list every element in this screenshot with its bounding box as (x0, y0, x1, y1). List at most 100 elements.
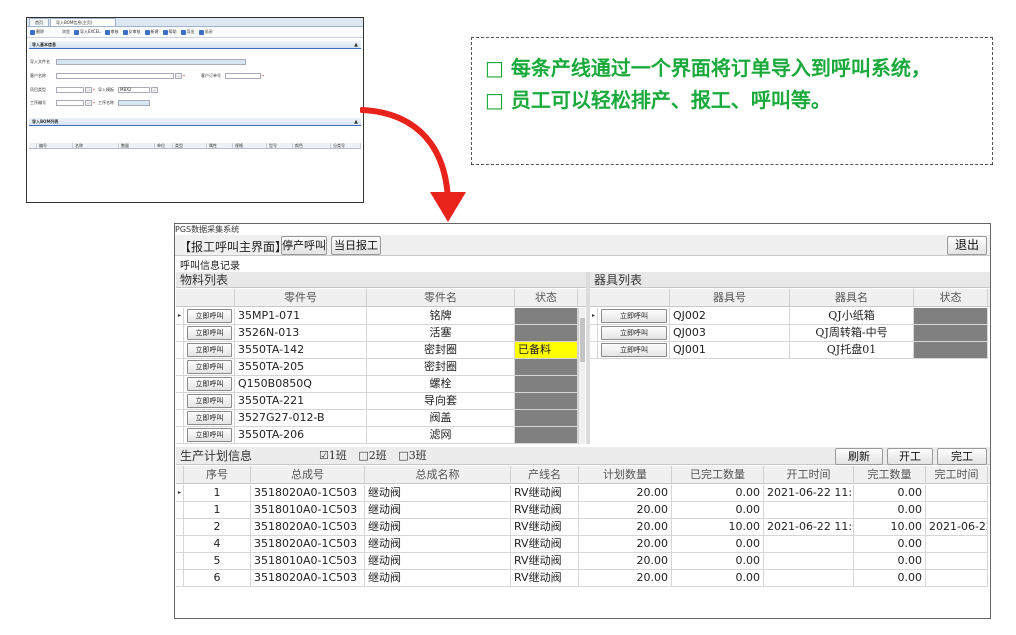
export-button[interactable]: 导出 (180, 29, 195, 35)
tool-name: QJ小纸箱 (790, 308, 914, 325)
material-row[interactable]: 立即呼叫 3550TA-142 密封圈 已备料 (176, 342, 578, 359)
process-lookup-button[interactable]: ... (85, 100, 92, 106)
call-now-button[interactable]: 立即呼叫 (187, 309, 232, 323)
call-button-cell: 立即呼叫 (184, 308, 235, 325)
new-button[interactable]: 新建 (144, 29, 159, 35)
material-row[interactable]: 立即呼叫 Q150B0850Q 螺栓 (176, 376, 578, 393)
tool-row[interactable]: ▸ 立即呼叫 QJ002 QJ小纸箱 (590, 308, 988, 325)
collapse-icon[interactable]: ▲ (354, 41, 358, 49)
plan-row[interactable]: 4 3518020A0-1C503 继动阀 RV继动阀 20.00 0.00 0.00 (176, 536, 988, 553)
item-type-input[interactable] (56, 87, 84, 93)
exit-button[interactable]: 退出 (947, 236, 987, 255)
finish-quantity: 0.00 (854, 536, 926, 553)
file-name-input[interactable] (56, 59, 246, 65)
process-no-input[interactable] (56, 100, 84, 106)
top-toolbar: 【报工呼叫主界面】 停产呼叫 当日报工 退出 (175, 235, 990, 256)
row-indicator-icon (176, 342, 184, 359)
finish-time (926, 485, 988, 502)
plan-row[interactable]: 5 3518010A0-1C503 继动阀 RV继动阀 20.00 0.00 0.00 (176, 553, 988, 570)
approve-button[interactable]: 审核 (104, 29, 119, 35)
shift-2-checkbox[interactable]: □2班 (358, 449, 386, 462)
materials-header: 零件号 零件名 状态 (176, 289, 586, 307)
call-button-cell: 立即呼叫 (184, 376, 235, 393)
note-line-1: □ 每条产线通过一个界面将订单导入到呼叫系统， (485, 56, 931, 80)
tool-row[interactable]: 立即呼叫 QJ001 QJ托盘01 (590, 342, 988, 359)
material-row[interactable]: 立即呼叫 3550TA-206 滤网 (176, 427, 578, 444)
shift-1-checkbox[interactable]: ☑1班 (319, 449, 347, 462)
row-indicator-icon (590, 342, 598, 359)
tool-row[interactable]: 立即呼叫 QJ003 QJ周转箱-中号 (590, 325, 988, 342)
plan-row[interactable]: 2 3518020A0-1C503 继动阀 RV继动阀 20.00 10.00 2021-0… (176, 519, 988, 536)
done-quantity: 0.00 (672, 485, 764, 502)
start-work-button[interactable]: 开工 (887, 448, 933, 465)
tool-name: QJ周转箱-中号 (790, 325, 914, 342)
call-now-button[interactable]: 立即呼叫 (601, 343, 667, 357)
import-template-input[interactable]: MBX2 (118, 87, 150, 93)
plan-row[interactable]: ▸ 1 3518020A0-1C503 继动阀 RV继动阀 20.00 0.00 2021-0… (176, 485, 988, 502)
call-now-button[interactable]: 立即呼叫 (187, 326, 232, 340)
process-row: 工序编号 ... * 工序名称 (30, 100, 150, 106)
plan-quantity: 20.00 (579, 502, 672, 519)
window-title: PGS数据采集系统 (175, 225, 240, 234)
unapprove-button[interactable]: 反审核 (122, 29, 141, 35)
template-lookup-button[interactable]: ... (151, 87, 158, 93)
call-now-button[interactable]: 立即呼叫 (187, 394, 232, 408)
material-status (515, 308, 578, 325)
unapprove-icon (122, 29, 128, 35)
line-name: RV继动阀 (511, 570, 579, 587)
finish-quantity: 0.00 (854, 485, 926, 502)
delete-button[interactable]: 删除 (30, 29, 44, 35)
call-button-cell: 立即呼叫 (598, 325, 670, 342)
tool-name: QJ托盘01 (790, 342, 914, 359)
bom-grid-header: 编号 名称 数量 单位 类型 属性 规格 型号 颜色 分类号 (29, 143, 361, 149)
plan-row[interactable]: 1 3518010A0-1C503 继动阀 RV继动阀 20.00 0.00 0.00 (176, 502, 988, 519)
material-row[interactable]: 立即呼叫 3526N-013 活塞 (176, 325, 578, 342)
assembly-number: 3518010A0-1C503 (251, 502, 365, 519)
part-name: 滤网 (367, 427, 515, 444)
finish-time: 2021-06-22 11:00 (926, 519, 988, 536)
call-now-button[interactable]: 立即呼叫 (187, 377, 232, 391)
tab-import-bom[interactable]: 导入BOM信息(主页) (50, 18, 116, 26)
collapse-icon[interactable]: ▲ (354, 118, 358, 126)
material-status (515, 393, 578, 410)
start-time (764, 570, 854, 587)
close-button[interactable]: 关闭 (198, 29, 213, 35)
call-now-button[interactable]: 立即呼叫 (187, 428, 232, 442)
daily-report-button[interactable]: 当日报工 (331, 236, 381, 255)
call-now-button[interactable]: 立即呼叫 (187, 360, 232, 374)
line-name: RV继动阀 (511, 519, 579, 536)
flow-arrow-icon (360, 107, 466, 222)
assembly-number: 3518020A0-1C503 (251, 485, 365, 502)
refresh-button[interactable]: 刷新 (835, 448, 883, 465)
finish-work-button[interactable]: 完工 (937, 448, 987, 465)
stop-call-button[interactable]: 停产呼叫 (281, 236, 327, 255)
done-quantity: 0.00 (672, 553, 764, 570)
customer-lookup-button[interactable]: ... (175, 73, 182, 79)
customer-name-input[interactable] (56, 73, 174, 79)
assembly-name: 继动阀 (365, 553, 511, 570)
material-row[interactable]: 立即呼叫 3527G27-012-B 阀盖 (176, 410, 578, 427)
material-status: 已备料 (515, 342, 578, 359)
browse-button[interactable]: 浏览 (62, 29, 70, 35)
row-indicator-icon (176, 570, 184, 587)
call-now-button[interactable]: 立即呼叫 (187, 343, 232, 357)
customer-order-input[interactable] (225, 73, 261, 79)
item-type-lookup-button[interactable]: ... (85, 87, 92, 93)
plan-row[interactable]: 6 3518020A0-1C503 继动阀 RV继动阀 20.00 0.00 0.00 (176, 570, 988, 587)
process-name-input[interactable] (118, 100, 150, 106)
import-excel-button[interactable]: 导入EXCEL (74, 29, 101, 35)
shift-3-checkbox[interactable]: □3班 (398, 449, 426, 462)
material-row[interactable]: 立即呼叫 3550TA-205 密封圈 (176, 359, 578, 376)
section-basic-info: 导入基本信息 ▲ (29, 41, 361, 49)
material-row[interactable]: 立即呼叫 3550TA-221 导向套 (176, 393, 578, 410)
row-indicator-icon (176, 502, 184, 519)
line-name: RV继动阀 (511, 536, 579, 553)
materials-scrollbar[interactable] (578, 308, 585, 444)
material-row[interactable]: ▸ 立即呼叫 35MP1-071 铭牌 (176, 308, 578, 325)
tab-home[interactable]: 首页 (29, 18, 49, 26)
call-now-button[interactable]: 立即呼叫 (601, 326, 667, 340)
help-button[interactable]: 帮助 (162, 29, 177, 35)
assembly-name: 继动阀 (365, 536, 511, 553)
call-now-button[interactable]: 立即呼叫 (601, 309, 667, 323)
call-now-button[interactable]: 立即呼叫 (187, 411, 232, 425)
